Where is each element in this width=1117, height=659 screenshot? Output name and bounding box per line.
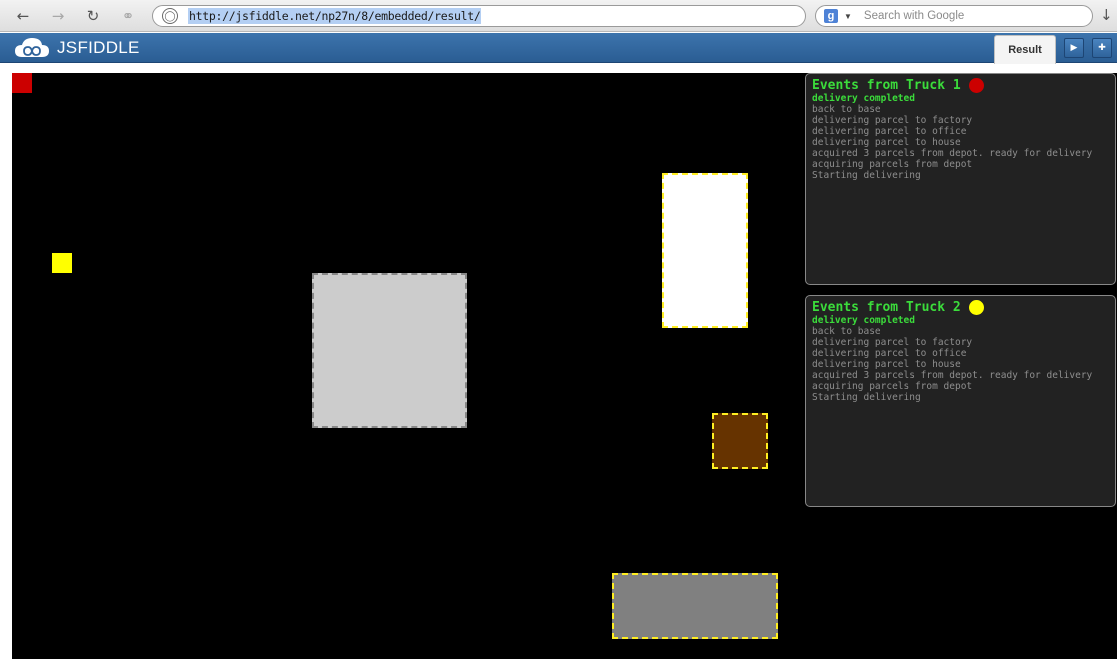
event-item: delivering parcel to office: [812, 348, 967, 359]
event-item: acquiring parcels from depot: [812, 381, 973, 392]
jsfiddle-header: JSFIDDLE Result ▶ ✚: [0, 33, 1117, 64]
truck-2-dot-icon: [968, 300, 984, 315]
panel-title-text: Events from Truck 2: [812, 300, 961, 315]
house-zone: [662, 173, 748, 328]
event-item: acquired 3 parcels from depot. ready for…: [812, 148, 1093, 159]
event-item: delivering parcel to office: [812, 126, 967, 137]
depot-zone: [312, 273, 467, 428]
google-icon[interactable]: g: [824, 9, 838, 23]
url-text[interactable]: http://jsfiddle.net/np27n/8/embedded/res…: [188, 8, 482, 24]
jsfiddle-logo-icon[interactable]: [14, 37, 50, 59]
reload-icon[interactable]: ↻: [82, 6, 104, 26]
download-arrow-icon[interactable]: ↓: [1100, 6, 1113, 24]
office-zone: [712, 413, 768, 469]
event-item: back to base: [812, 326, 881, 337]
plus-icon[interactable]: ✚: [1092, 38, 1112, 58]
event-item: back to base: [812, 104, 881, 115]
event-item: delivering parcel to house: [812, 359, 961, 370]
truck-1-dot-icon: [968, 78, 984, 93]
factory-zone: [612, 573, 778, 639]
event-item: acquiring parcels from depot: [812, 159, 973, 170]
truck-2-marker: [52, 253, 72, 273]
panel-title: Events from Truck 2: [812, 300, 1109, 315]
browser-toolbar: ← → ↻ ⚭ ◯ http://jsfiddle.net/np27n/8/em…: [0, 0, 1117, 32]
search-placeholder[interactable]: Search with Google: [864, 10, 964, 22]
truck-1-marker: [12, 73, 32, 93]
forward-arrow-icon[interactable]: →: [47, 6, 69, 26]
event-item: delivering parcel to factory: [812, 337, 973, 348]
globe-icon: ◯: [162, 8, 178, 24]
event-item: acquired 3 parcels from depot. ready for…: [812, 370, 1093, 381]
chevron-down-icon[interactable]: ▼: [844, 12, 852, 21]
tab-result[interactable]: Result: [994, 35, 1056, 64]
jsfiddle-logo-text[interactable]: JSFIDDLE: [57, 38, 140, 58]
latest-event: delivery completed: [812, 93, 915, 104]
event-item: Starting delivering: [812, 170, 921, 181]
search-bar[interactable]: g ▼ Search with Google: [815, 5, 1093, 27]
run-icon[interactable]: ▶: [1064, 38, 1084, 58]
latest-event: delivery completed: [812, 315, 915, 326]
truck-2-events-panel: Events from Truck 2 delivery completed b…: [805, 295, 1116, 507]
panel-title: Events from Truck 1: [812, 78, 1109, 93]
panel-title-text: Events from Truck 1: [812, 78, 961, 93]
back-arrow-icon[interactable]: ←: [12, 6, 34, 26]
truck-1-events-panel: Events from Truck 1 delivery completed b…: [805, 73, 1116, 285]
event-item: delivering parcel to house: [812, 137, 961, 148]
result-frame: Events from Truck 1 delivery completed b…: [0, 64, 1117, 659]
key-icon[interactable]: ⚭: [117, 6, 139, 26]
event-item: Starting delivering: [812, 392, 921, 403]
address-bar[interactable]: ◯ http://jsfiddle.net/np27n/8/embedded/r…: [152, 5, 806, 27]
event-item: delivering parcel to factory: [812, 115, 973, 126]
